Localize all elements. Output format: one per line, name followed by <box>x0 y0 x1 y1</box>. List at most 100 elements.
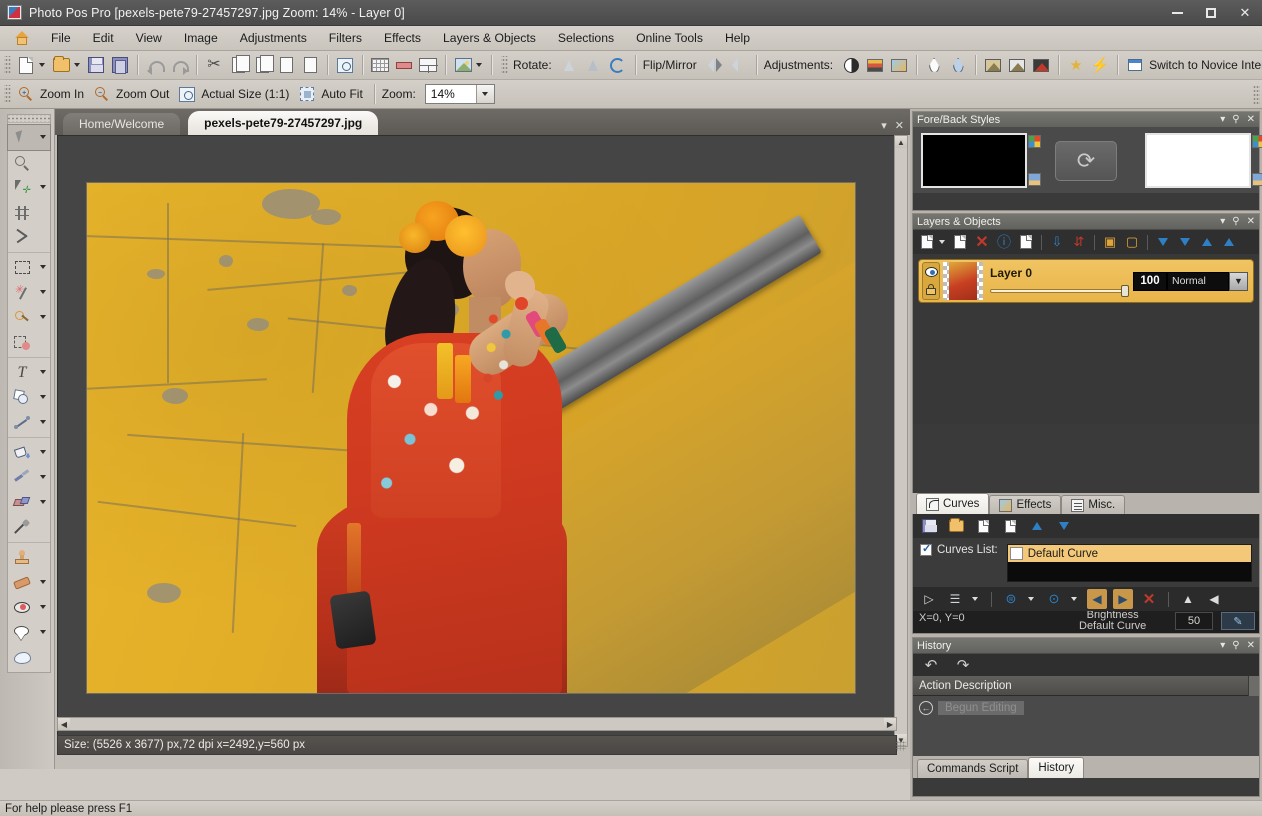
mirror-icon[interactable]: ▲ <box>1178 589 1198 609</box>
home-icon[interactable] <box>8 27 36 50</box>
picture-3-icon[interactable] <box>1029 54 1053 77</box>
output-icon[interactable]: ⊙ <box>1044 589 1064 609</box>
paint-bucket-tool[interactable] <box>8 440 50 465</box>
brush-tool[interactable] <box>8 465 50 490</box>
minimize-button[interactable] <box>1160 0 1194 26</box>
chevron-down-icon[interactable]: ▾ <box>881 119 887 132</box>
auto-fit-label[interactable]: Auto Fit <box>321 87 362 101</box>
tool-palette-grip[interactable] <box>8 115 50 122</box>
flip-horizontal-icon[interactable] <box>703 54 727 77</box>
rotate-right-icon[interactable] <box>582 54 606 77</box>
menu-effects[interactable]: Effects <box>373 27 432 49</box>
rotate-free-icon[interactable] <box>606 54 630 77</box>
curve-enable-checkbox[interactable] <box>1010 547 1023 560</box>
close-icon[interactable]: ✕ <box>1247 640 1255 651</box>
chevron-down-icon[interactable]: ▾ <box>1220 114 1225 125</box>
toolbar-grip[interactable] <box>4 56 11 75</box>
prev-point-icon[interactable]: ◀ <box>1087 589 1107 609</box>
split-view-icon[interactable] <box>416 54 440 77</box>
input-icon[interactable]: ⊜ <box>1001 589 1021 609</box>
history-list[interactable]: ← Begun Editing <box>913 696 1259 756</box>
group-objects-icon[interactable]: ▣ <box>1100 232 1120 252</box>
chevron-down-icon[interactable] <box>40 475 46 479</box>
menu-edit[interactable]: Edit <box>82 27 125 49</box>
pin-icon[interactable]: ⚲ <box>1232 114 1239 125</box>
image-options-dropdown-icon[interactable] <box>476 63 482 67</box>
color-balance-icon[interactable] <box>863 54 887 77</box>
chevron-down-icon[interactable] <box>40 395 46 399</box>
move-down-icon[interactable] <box>1054 516 1074 536</box>
next-point-icon[interactable]: ▶ <box>1113 589 1133 609</box>
layer-list[interactable]: Layer 0 100 Normal ▼ <box>913 254 1259 424</box>
zoom-in-icon[interactable]: + <box>14 83 38 106</box>
canvas-horizontal-scrollbar[interactable]: ◀ ▶ <box>57 717 897 731</box>
grid-icon[interactable] <box>368 54 392 77</box>
invert-icon[interactable]: ◀ <box>1204 589 1224 609</box>
scroll-left-icon[interactable]: ◀ <box>58 718 70 730</box>
channels-dropdown-icon[interactable] <box>972 597 978 601</box>
unlock-icon[interactable] <box>926 284 936 295</box>
chevron-down-icon[interactable] <box>476 85 494 103</box>
quick-action-icon[interactable]: ⚡ <box>1088 54 1112 77</box>
menu-help[interactable]: Help <box>714 27 761 49</box>
layer-opacity-slider[interactable] <box>990 285 1129 297</box>
background-color-swatch[interactable] <box>1145 133 1251 188</box>
tab-misc[interactable]: Misc. <box>1061 495 1125 514</box>
send-to-back-icon[interactable] <box>1175 232 1195 252</box>
text-tool[interactable]: T <box>8 360 50 385</box>
scroll-up-icon[interactable]: ▲ <box>895 136 907 148</box>
pattern-picker-icon[interactable] <box>1252 173 1262 186</box>
zoom-tool[interactable] <box>8 150 50 175</box>
input-dropdown-icon[interactable] <box>1028 597 1034 601</box>
output-dropdown-icon[interactable] <box>1071 597 1077 601</box>
eye-icon[interactable] <box>925 267 938 277</box>
chevron-down-icon[interactable] <box>40 580 46 584</box>
magic-wand-tool[interactable]: ✳ <box>8 280 50 305</box>
shape-tool[interactable] <box>8 385 50 410</box>
crop-tool[interactable] <box>8 200 50 225</box>
scroll-right-icon[interactable]: ▶ <box>884 718 896 730</box>
paste-into-icon[interactable] <box>298 54 322 77</box>
gradient-picker-icon[interactable] <box>1252 135 1262 148</box>
actual-size-label[interactable]: Actual Size (1:1) <box>201 87 289 101</box>
zoom-toolbar-overflow-grip[interactable] <box>1253 85 1260 104</box>
chevron-down-icon[interactable] <box>40 185 46 189</box>
zoom-toolbar-grip[interactable] <box>4 85 11 104</box>
zoom-out-label[interactable]: Zoom Out <box>116 87 169 101</box>
eraser-tool[interactable] <box>8 490 50 515</box>
bring-forward-icon[interactable] <box>1197 232 1217 252</box>
save-curve-icon[interactable] <box>919 516 939 536</box>
edit-curve-icon[interactable]: ✎ <box>1221 612 1255 630</box>
pin-icon[interactable]: ⚲ <box>1232 640 1239 651</box>
chevron-down-icon[interactable]: ▾ <box>1220 640 1225 651</box>
menu-filters[interactable]: Filters <box>318 27 373 49</box>
blob-tool[interactable] <box>8 645 50 670</box>
foreground-color-swatch[interactable] <box>921 133 1027 188</box>
delete-curve-icon[interactable] <box>1000 516 1020 536</box>
redo-icon[interactable] <box>167 54 191 77</box>
undo-icon[interactable]: ↶ <box>921 655 941 675</box>
menu-image[interactable]: Image <box>173 27 229 49</box>
new-file-icon[interactable] <box>14 54 38 77</box>
copy-icon[interactable] <box>226 54 250 77</box>
speech-bubble-tool[interactable] <box>8 620 50 645</box>
paste-icon[interactable] <box>250 54 274 77</box>
move-up-icon[interactable] <box>1027 516 1047 536</box>
reset-icon[interactable]: ✕ <box>1139 589 1159 609</box>
menu-online-tools[interactable]: Online Tools <box>625 27 714 49</box>
zoom-in-label[interactable]: Zoom In <box>40 87 84 101</box>
swap-colors-icon[interactable]: ⟳ <box>1055 141 1117 181</box>
actual-size-icon[interactable] <box>175 83 199 106</box>
tab-document[interactable]: pexels-pete79-27457297.jpg <box>188 111 378 135</box>
list-item[interactable]: ← Begun Editing <box>919 701 1253 715</box>
bar-icon[interactable] <box>392 54 416 77</box>
redo-icon[interactable]: ↷ <box>953 655 973 675</box>
chevron-down-icon[interactable] <box>40 370 46 374</box>
zoom-level-select[interactable]: 14% <box>425 84 495 104</box>
delete-layer-icon[interactable]: ✕ <box>972 232 992 252</box>
tab-effects[interactable]: Effects <box>989 495 1061 514</box>
curves-list[interactable]: Default Curve <box>1007 544 1252 582</box>
new-file-dropdown-icon[interactable] <box>39 63 45 67</box>
switch-interface-label[interactable]: Switch to Novice Interface <box>1149 58 1262 72</box>
send-backward-icon[interactable] <box>1153 232 1173 252</box>
